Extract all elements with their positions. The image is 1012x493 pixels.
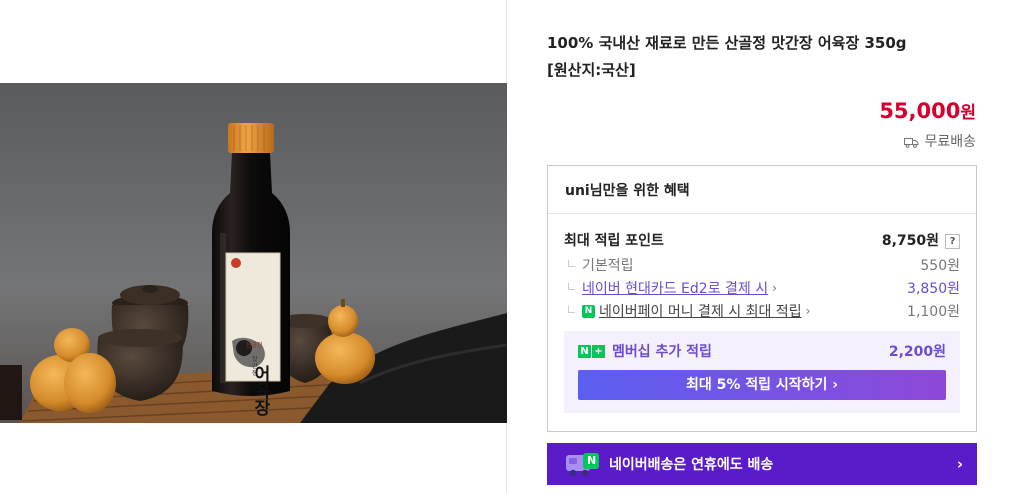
truck-icon xyxy=(904,136,919,148)
label-calligraphy: 어육장 xyxy=(250,365,270,416)
benefit-header-text: 님만을 위한 혜택 xyxy=(589,183,690,199)
product-info-pane: 100% 국내산 재료로 만든 산골정 맛간장 어육장 350g [원산지:국산… xyxy=(507,0,1012,493)
npay-points-link[interactable]: 네이버페이 머니 결제 시 최대 적립 xyxy=(599,301,802,321)
benefit-header: uni님만을 위한 혜택 xyxy=(548,166,976,214)
shipping-text: 무료배송 xyxy=(924,134,976,150)
max-points-row: 최대 적립 포인트 8,750원? xyxy=(564,230,960,250)
chevron-right-icon: › xyxy=(956,455,963,473)
naver-plus-icon: N + xyxy=(578,344,605,358)
delivery-icon-badge: N xyxy=(587,454,597,467)
help-icon[interactable]: ? xyxy=(945,234,960,249)
product-image[interactable]: 산골정 맛간장 어육장 350g xyxy=(0,83,507,423)
benefit-box: uni님만을 위한 혜택 최대 적립 포인트 8,750원? 기본적립 550원… xyxy=(547,165,977,432)
price-value: 55,000 xyxy=(879,99,961,123)
shipping-info: 무료배송 xyxy=(904,131,976,151)
naver-plus-icon-n: N xyxy=(578,344,591,358)
price-unit: 원 xyxy=(960,103,976,123)
chevron-right-icon: › xyxy=(832,377,839,393)
delivery-banner-text: 네이버배송은 연휴에도 배송 xyxy=(609,457,774,473)
product-title-line1: 100% 국내산 재료로 만든 산골정 맛간장 어육장 350g xyxy=(547,34,907,52)
image-pane: 산골정 맛간장 어육장 350g xyxy=(0,0,507,493)
user-nickname: uni xyxy=(565,183,590,199)
naver-delivery-banner[interactable]: N 네이버배송은 연휴에도 배송 › xyxy=(547,443,977,485)
basic-points-value: 550원 xyxy=(920,258,960,274)
card-points-value: 3,850원 xyxy=(907,281,960,297)
start-points-button[interactable]: 최대 5% 적립 시작하기 › xyxy=(578,370,946,400)
delivery-truck-icon: N xyxy=(563,449,603,479)
product-title: 100% 국내산 재료로 만든 산골정 맛간장 어육장 350g [원산지:국산… xyxy=(547,30,987,84)
label-brand-mark: 산골정 xyxy=(246,342,263,349)
npay-points-value: 1,100원 xyxy=(907,304,960,320)
product-title-line2: [원산지:국산] xyxy=(547,61,636,79)
membership-row: N + 멤버십 추가 적립 2,200원 xyxy=(578,341,946,361)
card-points-row: 네이버 현대카드 Ed2로 결제 시 › 3,850원 xyxy=(564,278,960,298)
basic-points-label: 기본적립 xyxy=(582,258,634,274)
card-points-link[interactable]: 네이버 현대카드 Ed2로 결제 시 xyxy=(582,278,768,298)
membership-box: N + 멤버십 추가 적립 2,200원 최대 5% 적립 시작하기 › xyxy=(564,331,960,413)
chevron-right-icon: › xyxy=(772,281,777,295)
product-price: 55,000원 xyxy=(879,98,976,123)
start-points-label: 최대 5% 적립 시작하기 xyxy=(685,377,828,393)
max-points-value: 8,750원 xyxy=(881,233,939,249)
max-points-label: 최대 적립 포인트 xyxy=(564,233,664,249)
chevron-right-icon: › xyxy=(805,304,811,318)
npay-points-row: N 네이버페이 머니 결제 시 최대 적립 › 1,100원 xyxy=(564,301,960,321)
corner-indent-icon xyxy=(568,305,575,313)
basic-points-row: 기본적립 550원 xyxy=(564,255,960,275)
naver-pay-icon: N xyxy=(582,304,595,318)
corner-indent-icon xyxy=(568,282,575,290)
naver-plus-icon-plus: + xyxy=(592,344,605,358)
membership-label: 멤버십 추가 적립 xyxy=(612,344,712,360)
corner-indent-icon xyxy=(568,259,575,267)
max-points-value-wrap: 8,750원? xyxy=(882,230,960,250)
membership-value: 2,200원 xyxy=(888,344,946,360)
